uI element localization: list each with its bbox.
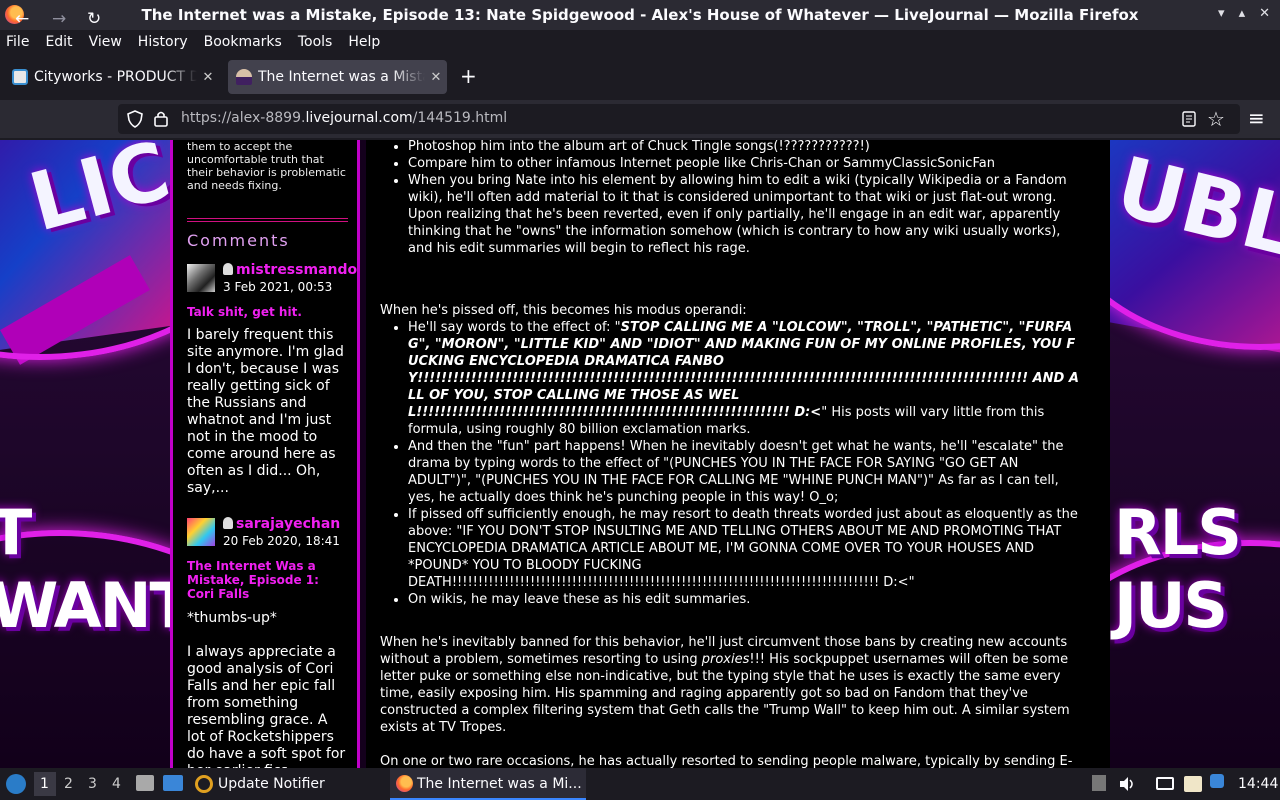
- comment-date: 3 Feb 2021, 00:53: [223, 280, 333, 294]
- menu-view[interactable]: View: [89, 34, 129, 50]
- cityworks-favicon-icon: [12, 69, 28, 85]
- taskbar-app-label: The Internet was a Mi...: [417, 776, 582, 792]
- article-list-1: Photoshop him into the album art of Chuc…: [366, 140, 1110, 257]
- comment-body: I barely frequent this site anymore. I'm…: [187, 327, 344, 496]
- tab-close-icon[interactable]: ✕: [425, 70, 447, 85]
- reader-view-icon[interactable]: [1181, 111, 1197, 127]
- tab-cityworks[interactable]: Cityworks - PRODUCT DOCS ✕: [4, 60, 219, 94]
- user-icon: [223, 517, 233, 529]
- network-icon[interactable]: [1156, 777, 1174, 790]
- firefox-taskbar-icon: [396, 775, 413, 792]
- comment-username[interactable]: mistressmando: [223, 262, 357, 278]
- new-tab-button[interactable]: +: [460, 64, 477, 88]
- sidebar-divider: [187, 218, 348, 222]
- menu-bar: File Edit View History Bookmarks Tools H…: [0, 30, 1280, 54]
- update-notifier-icon[interactable]: [195, 775, 213, 793]
- comment-subject-link[interactable]: The Internet Was a Mistake, Episode 1: C…: [187, 559, 337, 601]
- workspace-2[interactable]: 2: [64, 776, 73, 792]
- menu-bookmarks[interactable]: Bookmarks: [204, 34, 289, 50]
- desktop-icon[interactable]: [163, 775, 183, 791]
- file-manager-icon[interactable]: [136, 775, 154, 791]
- article-body: Photoshop him into the album art of Chuc…: [366, 140, 1110, 768]
- list-item: He'll say words to the effect of: "STOP …: [408, 319, 1082, 438]
- sidebar-intro-text: them to accept the uncomfortable truth t…: [187, 140, 346, 192]
- list-item: And then the "fun" part happens! When he…: [408, 438, 1082, 506]
- menu-help[interactable]: Help: [348, 34, 387, 50]
- comment-body: *thumbs-up* I always appreciate a good a…: [187, 610, 346, 768]
- list-item: If pissed off sufficiently enough, he ma…: [408, 506, 1082, 591]
- volume-icon[interactable]: [1118, 776, 1136, 792]
- avatar[interactable]: [187, 518, 215, 546]
- maximize-button[interactable]: ▴: [1239, 6, 1246, 21]
- background-art-left: LIC T WANT: [0, 140, 170, 768]
- tab-label: The Internet was a Mistake, Episode 13: [258, 69, 425, 85]
- taskbar-app-update-notifier[interactable]: Update Notifier: [218, 776, 325, 792]
- comment-date: 20 Feb 2020, 18:41: [223, 534, 340, 548]
- comments-sidebar: them to accept the uncomfortable truth t…: [170, 140, 360, 768]
- forward-button[interactable]: →: [52, 9, 66, 29]
- lock-icon[interactable]: [154, 110, 168, 127]
- window-title: The Internet was a Mistake, Episode 13: …: [141, 6, 1139, 24]
- workspace-1[interactable]: 1: [40, 776, 49, 792]
- avatar[interactable]: [187, 264, 215, 292]
- paragraph: When he's pissed off, this becomes his m…: [380, 303, 747, 318]
- page-content: LIC T WANT UBL RLS JUS them to accept th…: [0, 140, 1280, 768]
- notification-icon[interactable]: [1210, 774, 1224, 788]
- workspace-4[interactable]: 4: [112, 776, 121, 792]
- list-item: Photoshop him into the album art of Chuc…: [408, 140, 1110, 155]
- tab-close-icon[interactable]: ✕: [197, 70, 219, 85]
- app-menu-button[interactable]: ≡: [1248, 106, 1265, 130]
- user-icon: [223, 263, 233, 275]
- list-item: Compare him to other infamous Internet p…: [408, 155, 1110, 172]
- menu-history[interactable]: History: [138, 34, 195, 50]
- paragraph: When he's inevitably banned for this beh…: [380, 635, 1070, 735]
- background-art-right: UBL RLS JUS: [1110, 140, 1280, 768]
- window-titlebar: The Internet was a Mistake, Episode 13: …: [0, 0, 1280, 30]
- menu-file[interactable]: File: [6, 34, 36, 50]
- list-item: When you bring Nate into his element by …: [408, 172, 1110, 257]
- clipboard-icon[interactable]: [1184, 776, 1202, 792]
- bg-word-mid-left: T WANT: [0, 496, 170, 642]
- menu-edit[interactable]: Edit: [45, 34, 79, 50]
- comment-subject-link[interactable]: Talk shit, get hit.: [187, 305, 337, 319]
- workspace-3[interactable]: 3: [88, 776, 97, 792]
- bookmark-star-icon[interactable]: ☆: [1207, 107, 1225, 131]
- clock: 14:44: [1238, 776, 1279, 792]
- url-text[interactable]: https://alex-8899.livejournal.com/144519…: [181, 110, 507, 126]
- bg-word-mid-right: RLS JUS: [1114, 496, 1242, 642]
- reload-button[interactable]: ↻: [87, 9, 101, 29]
- article-list-2: He'll say words to the effect of: "STOP …: [366, 319, 1110, 608]
- list-item: On wikis, he may leave these as his edit…: [408, 591, 1082, 608]
- back-button[interactable]: ←: [15, 9, 29, 29]
- minimize-button[interactable]: ▾: [1218, 6, 1225, 21]
- paragraph: On one or two rare occasions, he has act…: [380, 754, 1073, 768]
- close-window-button[interactable]: ✕: [1259, 6, 1270, 21]
- tracking-shield-icon[interactable]: [127, 110, 143, 128]
- menu-tools[interactable]: Tools: [298, 34, 340, 50]
- start-menu-icon[interactable]: [6, 774, 26, 794]
- tray-scroll-icon[interactable]: [1092, 775, 1106, 791]
- comment-username[interactable]: sarajayechan: [223, 516, 340, 532]
- tab-bar: Cityworks - PRODUCT DOCS ✕ The Internet …: [0, 57, 1280, 97]
- user-favicon-icon: [236, 69, 252, 85]
- tab-internet-mistake[interactable]: The Internet was a Mistake, Episode 13 ✕: [228, 60, 447, 94]
- comments-heading: Comments: [187, 231, 290, 250]
- taskbar: [0, 768, 1280, 800]
- tab-label: Cityworks - PRODUCT DOCS: [34, 69, 197, 85]
